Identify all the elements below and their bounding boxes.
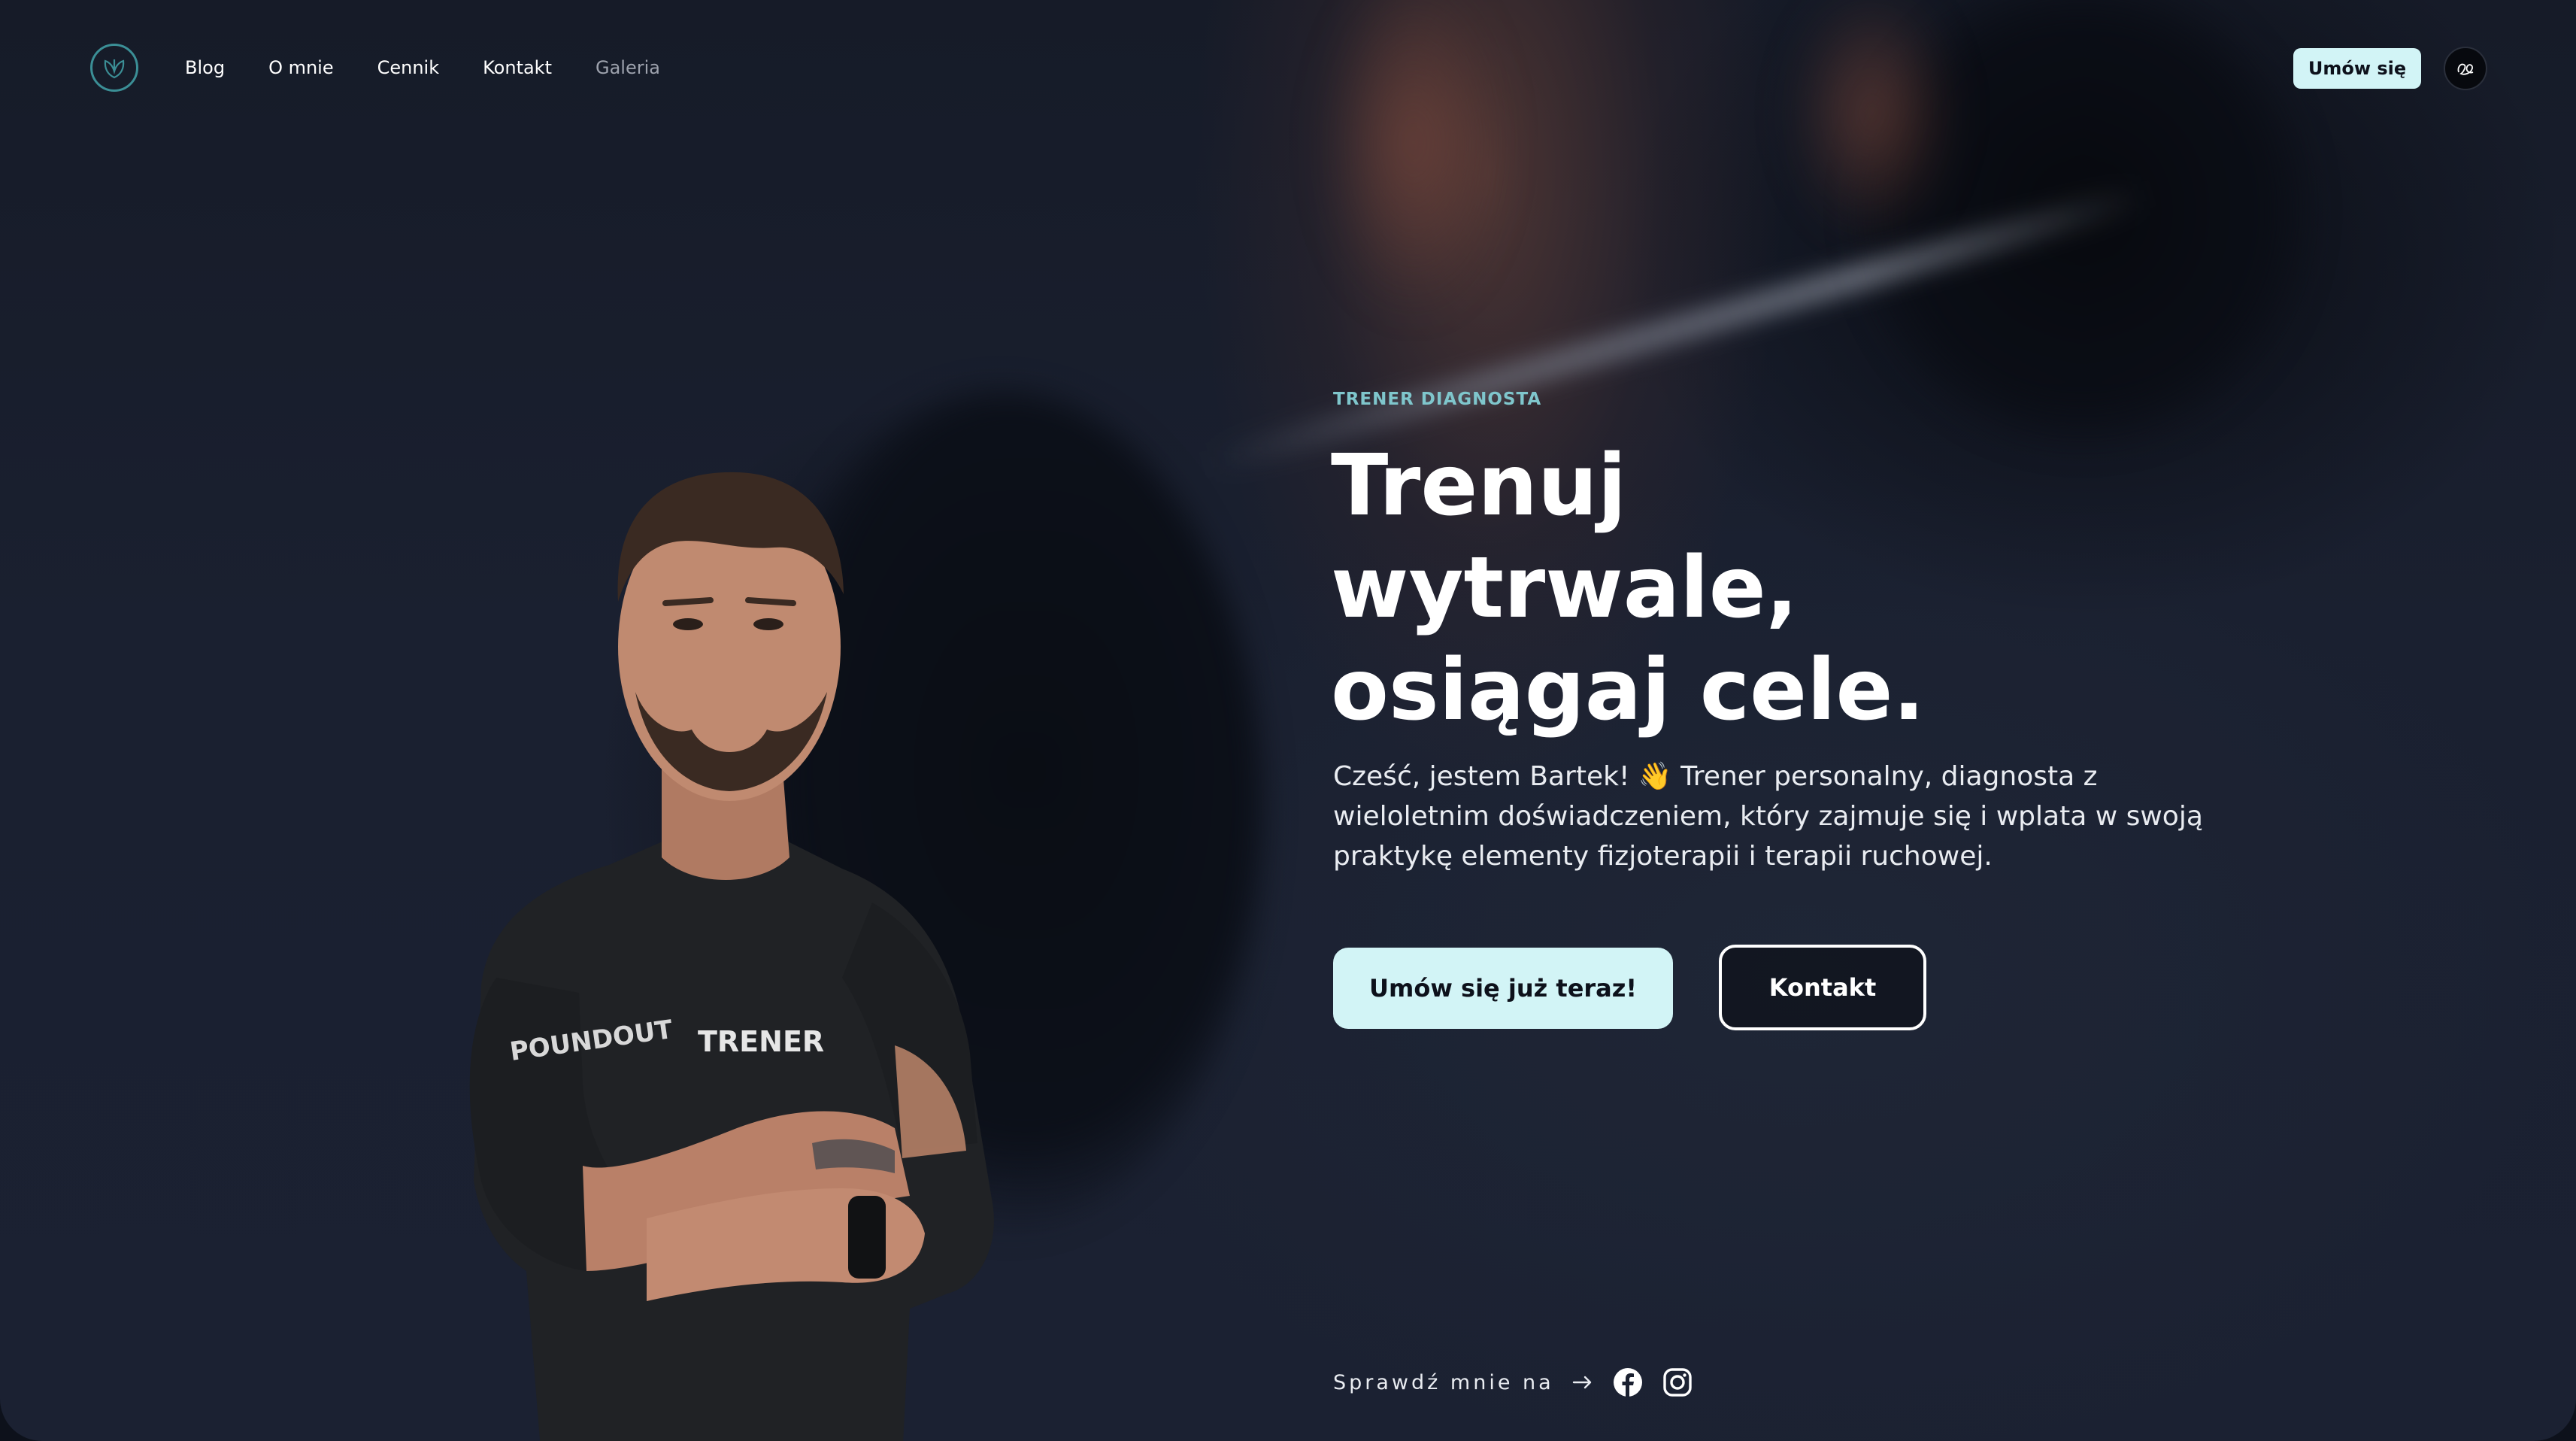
trainer-photo: POUNDOUT TRENER [469, 472, 994, 1441]
headline-line: wytrwale, [1331, 539, 1799, 637]
leaf-monogram-icon [104, 59, 125, 79]
site-logo[interactable] [90, 44, 138, 92]
page: Blog O mnie Cennik Kontakt Galeria Umów … [0, 0, 2576, 1441]
nav-link-galeria[interactable]: Galeria [596, 54, 660, 81]
headline-line: osiągaj cele. [1331, 642, 1925, 739]
social-links: Sprawdź mnie na [1333, 1366, 1693, 1399]
headline-line: Trenuj [1331, 437, 1627, 535]
nav-link-kontakt[interactable]: Kontakt [483, 54, 552, 81]
nav-link-o-mnie[interactable]: O mnie [268, 54, 334, 81]
instagram-icon[interactable] [1662, 1367, 1693, 1397]
book-now-button[interactable]: Umów się już teraz! [1333, 948, 1673, 1029]
shirt-trener-text: TRENER [698, 1025, 824, 1058]
nav-link-cennik[interactable]: Cennik [377, 54, 440, 81]
arrow-right-icon [1572, 1375, 1593, 1390]
monogram-toggle-icon [2457, 63, 2474, 75]
nav-link-blog[interactable]: Blog [185, 54, 225, 81]
facebook-icon[interactable] [1613, 1367, 1643, 1397]
contact-button[interactable]: Kontakt [1719, 945, 1926, 1030]
monogram-toggle-button[interactable] [2444, 47, 2487, 90]
main-menu: Blog O mnie Cennik Kontakt Galeria [185, 54, 660, 81]
top-navbar: Blog O mnie Cennik Kontakt Galeria Umów … [0, 0, 2576, 135]
hero-intro-text: Cześć, jestem Bartek! 👋 Trener personaln… [1333, 761, 2203, 872]
hero-eyebrow: TRENER DIAGNOSTA [1333, 390, 1542, 409]
book-appointment-button[interactable]: Umów się [2293, 48, 2421, 89]
social-label: Sprawdź mnie na [1333, 1370, 1554, 1394]
hero-headline: Trenuj wytrwale, osiągaj cele. [1331, 435, 2233, 742]
